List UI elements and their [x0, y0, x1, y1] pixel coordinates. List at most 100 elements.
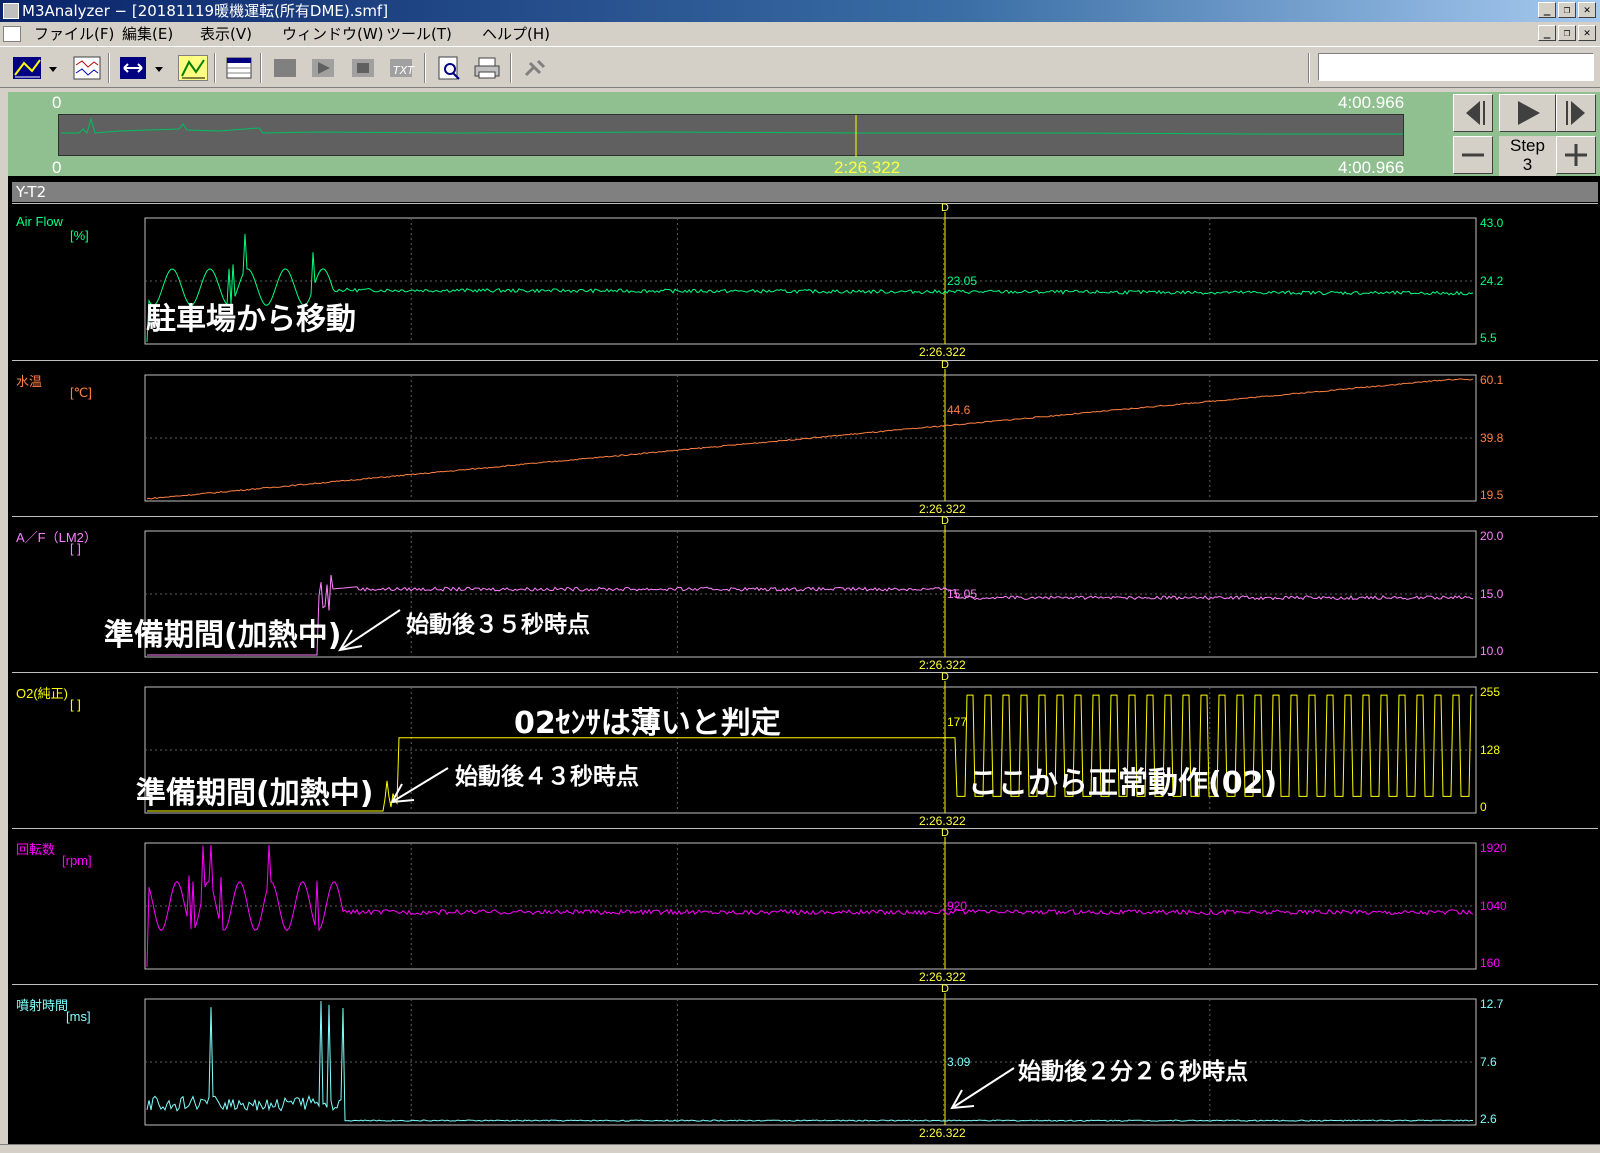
channel-waveform	[146, 378, 1474, 500]
mdi-close-button[interactable]: ✕	[1578, 25, 1596, 41]
cursor-value: 23.05	[947, 274, 978, 288]
dropdown-arrow-icon[interactable]	[46, 55, 60, 81]
step-increase-button[interactable]	[1556, 136, 1596, 174]
print-icon[interactable]	[472, 55, 502, 81]
channel-name: 回転数	[16, 842, 56, 857]
y-axis-min: 0	[1480, 800, 1487, 814]
channel-name: 噴射時間	[16, 998, 69, 1013]
menu-help[interactable]: ヘルプ(H)	[482, 22, 550, 46]
channel-waveform	[146, 1001, 1474, 1122]
play-icon[interactable]	[308, 55, 338, 81]
cursor-time: 2:26.322	[919, 345, 966, 359]
cursor-marker: D	[941, 827, 949, 839]
channel-unit: [ms]	[66, 1009, 91, 1024]
step-back-button[interactable]	[1453, 94, 1493, 132]
channel-unit: [ ]	[70, 541, 81, 556]
mdi-minimize-button[interactable]: _	[1538, 25, 1556, 41]
title-bar: M3Analyzer − [20181119暖機運転(所有DME).smf] _…	[0, 0, 1600, 22]
overview-cursor-time: 2:26.322	[834, 158, 901, 177]
overview-end-bottom: 4:00.966	[1338, 158, 1405, 177]
plot-grid	[145, 375, 1476, 501]
dropdown-arrow-icon[interactable]	[152, 55, 166, 81]
step-forward-button[interactable]	[1556, 94, 1596, 132]
channel-unit: [rpm]	[62, 853, 92, 868]
step-indicator: Step 3	[1499, 136, 1556, 176]
annotation-normal-from-here: ここから正常動作(02)	[968, 766, 1278, 801]
channel-plot	[144, 369, 1477, 502]
svg-text:TXT: TXT	[393, 64, 415, 77]
cursor-marker: D	[941, 202, 949, 214]
plot-grid	[145, 843, 1476, 969]
measure-icon[interactable]	[178, 55, 208, 81]
play-button[interactable]	[1499, 94, 1556, 132]
menu-file[interactable]: ファイル(F)	[34, 22, 114, 46]
restore-button[interactable]: ❐	[1558, 2, 1576, 18]
stop-icon[interactable]	[270, 55, 300, 81]
app-icon	[3, 3, 19, 19]
cursor-time: 2:26.322	[919, 970, 966, 984]
channel-plot	[144, 837, 1477, 970]
cursor-value: 44.6	[947, 403, 971, 417]
y-axis-min: 2.6	[1480, 1112, 1497, 1126]
y-axis-max: 1920	[1480, 841, 1507, 855]
channel-name: Air Flow	[16, 214, 63, 229]
y-axis-mid: 128	[1480, 743, 1501, 757]
menu-edit[interactable]: 編集(E)	[122, 22, 173, 46]
annotation-o2-lean: 02ｾﾝｻは薄いと判定	[514, 706, 781, 741]
status-bar	[0, 1144, 1600, 1153]
toolbar-status-box	[1318, 53, 1594, 81]
cursor-time: 2:26.322	[919, 658, 966, 672]
menu-view[interactable]: 表示(V)	[200, 22, 252, 46]
step-decrease-button[interactable]	[1453, 136, 1493, 174]
channel-panel[interactable]: 噴射時間 [ms] 12.7 7.6 2.6 D 2:26.322 3.09	[12, 983, 1598, 1140]
data-table-icon[interactable]	[224, 55, 254, 81]
channel-panel[interactable]: 水温 [℃] 60.1 39.8 19.5 D 2:26.322 44.6	[12, 359, 1598, 516]
channel-panel[interactable]: 回転数 [rpm] 1920 1040 160 D 2:26.322 920	[12, 827, 1598, 984]
cursor-time: 2:26.322	[919, 502, 966, 516]
annotation-prep-period-1: 準備期間(加熱中)	[104, 618, 342, 653]
channel-unit: [℃]	[70, 385, 92, 400]
annotation-move-from-parking: 駐車場から移動	[146, 302, 356, 337]
mdi-restore-button[interactable]: ❐	[1558, 25, 1576, 41]
y-axis-min: 160	[1480, 956, 1501, 970]
y-axis-max: 12.7	[1480, 997, 1504, 1011]
y-axis-min: 19.5	[1480, 488, 1504, 502]
wave-window-icon[interactable]	[72, 55, 102, 81]
channel-name: A／F（LM2）	[16, 530, 97, 545]
y-axis-max: 20.0	[1480, 529, 1504, 543]
overview-track[interactable]	[58, 114, 1404, 157]
document-icon[interactable]	[3, 26, 21, 42]
cursor-marker: D	[941, 983, 949, 995]
annotation-start-43s: 始動後４３秒時点	[455, 764, 639, 790]
y-axis-max: 60.1	[1480, 373, 1504, 387]
graph-type-icon[interactable]	[12, 55, 42, 81]
y-axis-min: 5.5	[1480, 331, 1497, 345]
y-axis-mid: 7.6	[1480, 1055, 1497, 1069]
connect-icon[interactable]	[520, 55, 550, 81]
preview-icon[interactable]	[434, 55, 464, 81]
window-title: M3Analyzer − [20181119暖機運転(所有DME).smf]	[22, 2, 389, 20]
plot-grid	[145, 531, 1476, 657]
cursor-marker: D	[941, 671, 949, 683]
step-value: 3	[1522, 155, 1533, 174]
overview-waveform	[61, 117, 1403, 135]
annotation-start-35s: 始動後３５秒時点	[406, 612, 590, 638]
cursor-marker: D	[941, 515, 949, 527]
menu-tools[interactable]: ツール(T)	[386, 22, 452, 46]
annotation-prep-period-2: 準備期間(加熱中)	[136, 776, 374, 811]
menu-window[interactable]: ウィンドウ(W)	[282, 22, 384, 46]
close-button[interactable]: ✕	[1578, 2, 1596, 18]
text-icon[interactable]: TXT	[386, 55, 416, 81]
minimize-button[interactable]: _	[1538, 2, 1556, 18]
y-axis-max: 255	[1480, 685, 1501, 699]
cursor-icon[interactable]	[118, 55, 148, 81]
y-axis-mid: 39.8	[1480, 431, 1504, 445]
y-axis-mid: 24.2	[1480, 274, 1504, 288]
channel-unit: [ ]	[70, 697, 81, 712]
overview-start-bottom: 0	[52, 158, 62, 177]
view-title: Y-T2	[12, 182, 1598, 202]
record-icon[interactable]	[348, 55, 378, 81]
channel-name: O2(純正)	[16, 686, 69, 701]
channel-name: 水温	[16, 374, 43, 389]
cursor-value: 3.09	[947, 1055, 971, 1069]
